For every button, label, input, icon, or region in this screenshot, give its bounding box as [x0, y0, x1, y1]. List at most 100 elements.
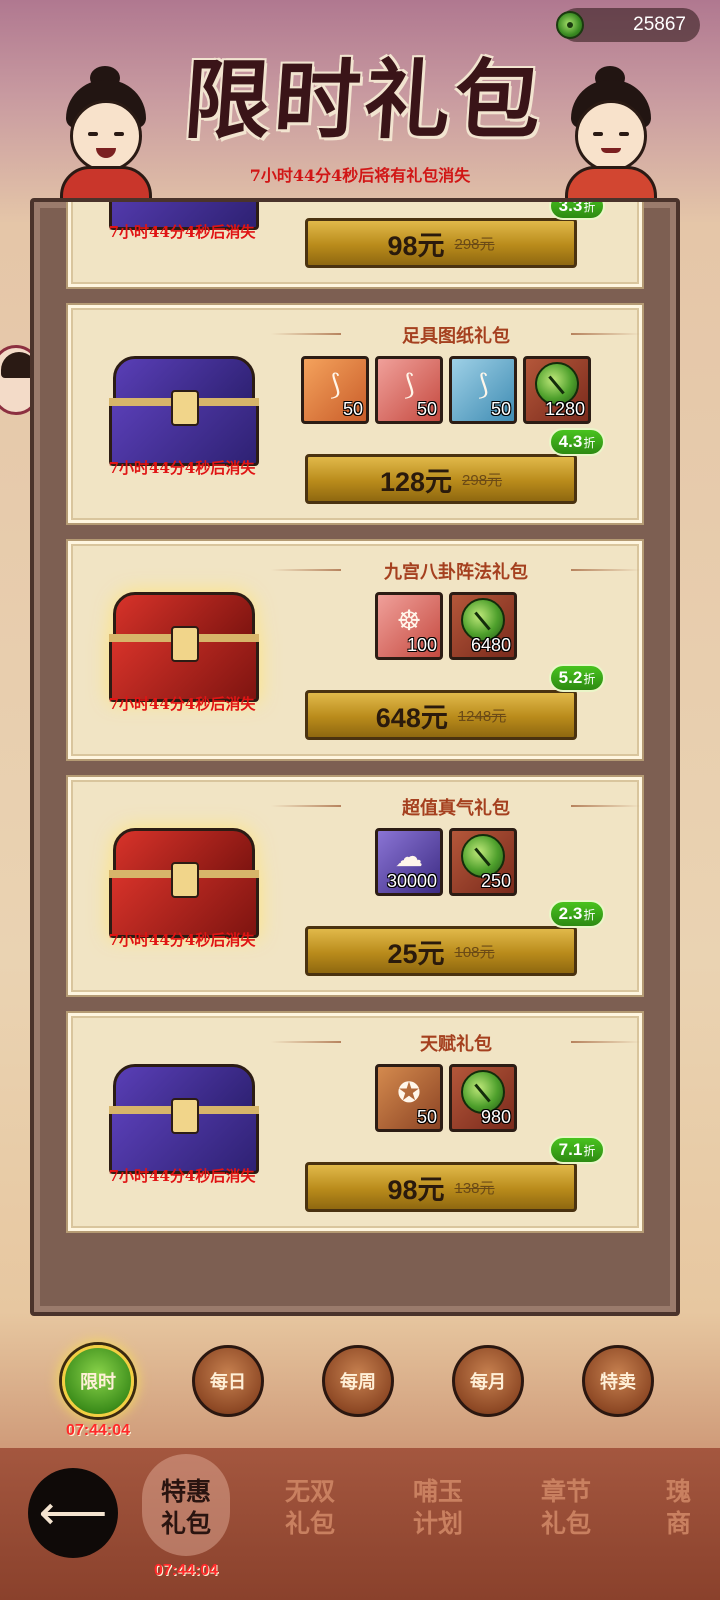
pack-item[interactable]: ⟆ 50: [301, 356, 369, 424]
price-label: 98元: [387, 230, 445, 261]
nav-item-chapter-pack[interactable]: 章节 礼包: [518, 1476, 614, 1540]
buy-button[interactable]: 648元 1248元: [305, 690, 577, 740]
back-arrow-icon: ⟵: [38, 1485, 108, 1541]
discount-badge: 5.2 折: [549, 664, 605, 692]
nav-item-special-pack-line2: 礼包: [160, 1509, 211, 1538]
pack-card: 7小时44分4秒后消失 超值真气礼包 ☁ 30000 250 25元 108元 2.3 折: [68, 777, 642, 995]
discount-badge: 7.1 折: [549, 1136, 605, 1164]
item-quantity: 6480: [470, 635, 511, 655]
tab-weekly-label: 每周: [340, 1372, 376, 1393]
discount-badge: 2.3 折: [549, 900, 605, 928]
original-price-label: 138元: [454, 1179, 495, 1197]
price-label: 648元: [375, 702, 448, 733]
discount-value: 7.1: [558, 1140, 583, 1159]
nav-item-buyu-line2: 计划: [412, 1509, 463, 1538]
pack-card: 7小时44分4秒后消失 九宫八卦阵法礼包 ☸ 100 6480 648元 1248元 5.2 折: [68, 541, 642, 759]
tab-limited-label: 限时: [80, 1372, 116, 1393]
buy-button[interactable]: 25元 108元: [305, 926, 577, 976]
pack-item[interactable]: ☁ 30000: [375, 828, 443, 896]
tab-special-sale[interactable]: 特卖: [582, 1345, 654, 1417]
discount-unit: 折: [583, 671, 596, 686]
tab-limited[interactable]: 限时: [62, 1345, 134, 1417]
tab-monthly[interactable]: 每月: [452, 1345, 524, 1417]
jade-coin-icon: [556, 11, 584, 39]
pack-item[interactable]: 6480: [449, 592, 517, 660]
purple-chest-icon: [109, 1064, 259, 1176]
item-quantity: 50: [416, 399, 437, 419]
nav-item-shop-line2: 商: [666, 1509, 692, 1538]
tab-daily[interactable]: 每日: [192, 1345, 264, 1417]
pack-card: 7小时44分4秒后消失 天赋礼包 ✪ 50 980 98元 138元 7.1 折: [68, 1013, 642, 1231]
red-chest-icon: [109, 828, 259, 940]
nav-item-chapter-line1: 章节: [540, 1477, 591, 1506]
pack-items: ⟆ 50 ⟆ 50 ⟆ 50 1280: [301, 356, 591, 424]
tab-special-sale-label: 特卖: [600, 1372, 636, 1393]
discount-unit: 折: [583, 199, 596, 214]
back-button[interactable]: ⟵: [28, 1468, 118, 1558]
page-subtitle: 7小时44分4秒后将有礼包消失: [249, 166, 471, 185]
pack-item[interactable]: 980: [449, 1064, 517, 1132]
pack-timer: 7小时44分4秒后消失: [108, 931, 256, 949]
pack-items: ✪ 50 980: [301, 1064, 591, 1132]
pack-card: 7小时44分4秒后消失⟆50⟆50⟆5098098元298元3.3折: [68, 198, 642, 287]
buy-button[interactable]: 128元 298元: [305, 454, 577, 504]
currency-display[interactable]: 25867: [556, 8, 700, 42]
pack-items: ☸ 100 6480: [301, 592, 591, 660]
tab-weekly[interactable]: 每周: [322, 1345, 394, 1417]
pack-timer: 7小时44分4秒后消失: [108, 459, 256, 477]
purple-chest-icon: [109, 356, 259, 468]
item-quantity: 50: [342, 399, 363, 419]
item-quantity: 50: [490, 399, 511, 419]
header: 限时礼包 7小时44分4秒后将有礼包消失 25867: [0, 0, 720, 206]
nav-item-special-pack[interactable]: 特惠 礼包: [138, 1476, 234, 1540]
item-quantity: 50: [416, 1107, 437, 1127]
nav-item-special-pack-line1: 特惠: [160, 1477, 211, 1506]
discount-unit: 折: [583, 1143, 596, 1158]
red-chest-icon: [109, 592, 259, 704]
item-quantity: 1280: [544, 399, 585, 419]
currency-amount: 25867: [633, 14, 686, 35]
pack-item[interactable]: 250: [449, 828, 517, 896]
pack-item[interactable]: ☸ 100: [375, 592, 443, 660]
pack-timer: 7小时44分4秒后消失: [108, 223, 256, 241]
original-price-label: 108元: [454, 943, 495, 961]
discount-value: 5.2: [558, 668, 583, 687]
nav-special-pack-timer: 07:44:04: [153, 1562, 219, 1579]
pack-title: 天赋礼包: [271, 1030, 621, 1056]
pack-list-frame: 7小时44分4秒后消失⟆50⟆50⟆5098098元298元3.3折7小时44分…: [30, 198, 680, 1316]
item-quantity: 250: [480, 871, 511, 891]
nav-item-shop-line1: 瑰: [666, 1477, 692, 1506]
bottom-nav: ⟵ 特惠 礼包 07:44:04 无双 礼包 哺玉 计划 章节 礼包 瑰 商: [0, 1448, 720, 1600]
pack-item[interactable]: ⟆ 50: [375, 356, 443, 424]
tab-limited-timer: 07:44:04: [65, 1422, 131, 1439]
discount-value: 3.3: [558, 198, 583, 215]
discount-value: 4.3: [558, 432, 583, 451]
pack-title: 超值真气礼包: [271, 794, 621, 820]
nav-item-shop[interactable]: 瑰 商: [650, 1476, 720, 1540]
item-quantity: 30000: [386, 871, 437, 891]
price-label: 98元: [387, 1174, 445, 1205]
pack-item[interactable]: 1280: [523, 356, 591, 424]
discount-badge: 4.3 折: [549, 428, 605, 456]
nav-item-buyu-plan[interactable]: 哺玉 计划: [390, 1476, 486, 1540]
buy-button[interactable]: 98元 138元: [305, 1162, 577, 1212]
nav-item-wushuang-pack[interactable]: 无双 礼包: [262, 1476, 358, 1540]
nav-item-wushuang-line1: 无双: [284, 1477, 335, 1506]
item-quantity: 100: [406, 635, 437, 655]
original-price-label: 298元: [462, 471, 503, 489]
pack-title: 九宫八卦阵法礼包: [271, 558, 621, 584]
pack-item[interactable]: ⟆ 50: [449, 356, 517, 424]
pack-item[interactable]: ✪ 50: [375, 1064, 443, 1132]
buy-button[interactable]: 98元 298元: [305, 218, 577, 268]
price-label: 25元: [387, 938, 445, 969]
discount-value: 2.3: [558, 904, 583, 923]
tab-monthly-label: 每月: [470, 1372, 506, 1393]
original-price-label: 298元: [454, 235, 495, 253]
pack-timer: 7小时44分4秒后消失: [108, 1167, 256, 1185]
pack-title: 足具图纸礼包: [271, 322, 621, 348]
discount-unit: 折: [583, 907, 596, 922]
pack-items: ☁ 30000 250: [301, 828, 591, 896]
discount-badge: 3.3 折: [549, 198, 605, 220]
nav-item-wushuang-line2: 礼包: [284, 1509, 335, 1538]
item-quantity: 980: [480, 1107, 511, 1127]
